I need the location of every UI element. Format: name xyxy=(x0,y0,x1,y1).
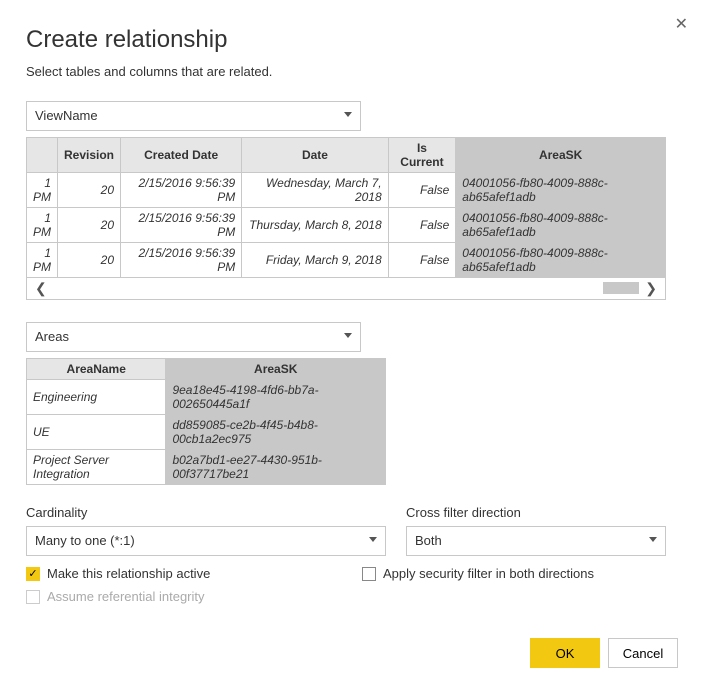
col-created[interactable]: Created Date xyxy=(121,138,242,173)
table-header-row: Revision Created Date Date Is Current Ar… xyxy=(27,138,666,173)
cardinality-dropdown[interactable]: Many to one (*:1) xyxy=(26,526,386,556)
cardinality-value: Many to one (*:1) xyxy=(35,533,135,548)
table2-dropdown[interactable]: Areas xyxy=(26,322,361,352)
active-checkbox[interactable]: ✓ Make this relationship active xyxy=(26,566,342,581)
table-row[interactable]: Project Server Integration b02a7bd1-ee27… xyxy=(27,450,386,485)
crossfilter-value: Both xyxy=(415,533,442,548)
table-row[interactable]: Engineering 9ea18e45-4198-4fd6-bb7a-0026… xyxy=(27,380,386,415)
col-areask2[interactable]: AreaSK xyxy=(166,359,386,380)
chevron-down-icon xyxy=(344,333,352,338)
col-areask[interactable]: AreaSK xyxy=(456,138,666,173)
chevron-down-icon xyxy=(649,537,657,542)
active-label: Make this relationship active xyxy=(47,566,210,581)
table1-scrollbar[interactable]: ❮ ❯ xyxy=(26,278,666,300)
crossfilter-dropdown[interactable]: Both xyxy=(406,526,666,556)
table-row[interactable]: 1 PM 20 2/15/2016 9:56:39 PM Wednesday, … xyxy=(27,173,666,208)
col-iscurrent[interactable]: Is Current xyxy=(388,138,456,173)
close-icon[interactable]: ✕ xyxy=(675,14,688,34)
cardinality-label: Cardinality xyxy=(26,505,386,520)
table2-grid: AreaName AreaSK Engineering 9ea18e45-419… xyxy=(26,358,386,485)
dialog-subtitle: Select tables and columns that are relat… xyxy=(26,64,678,79)
scroll-thumb[interactable] xyxy=(603,282,639,294)
col-areaname[interactable]: AreaName xyxy=(27,359,166,380)
crossfilter-label: Cross filter direction xyxy=(406,505,678,520)
security-checkbox[interactable]: Apply security filter in both directions xyxy=(362,566,678,581)
dialog-title: Create relationship xyxy=(26,26,678,54)
table-row[interactable]: UE dd859085-ce2b-4f45-b4b8-00cb1a2ec975 xyxy=(27,415,386,450)
table1-dropdown-label: ViewName xyxy=(35,108,98,123)
col-date[interactable]: Date xyxy=(242,138,388,173)
scroll-left-icon[interactable]: ❮ xyxy=(35,280,47,297)
table1-grid: Revision Created Date Date Is Current Ar… xyxy=(26,137,666,278)
scroll-right-icon[interactable]: ❯ xyxy=(645,280,657,297)
chevron-down-icon xyxy=(369,537,377,542)
table-row[interactable]: 1 PM 20 2/15/2016 9:56:39 PM Friday, Mar… xyxy=(27,243,666,278)
table-header-row: AreaName AreaSK xyxy=(27,359,386,380)
checkbox-icon: ✓ xyxy=(26,567,40,581)
table1-dropdown[interactable]: ViewName xyxy=(26,101,361,131)
chevron-down-icon xyxy=(344,112,352,117)
integrity-checkbox: Assume referential integrity xyxy=(26,589,342,604)
security-label: Apply security filter in both directions xyxy=(383,566,594,581)
ok-button[interactable]: OK xyxy=(530,638,600,668)
table2-dropdown-label: Areas xyxy=(35,329,69,344)
table-row[interactable]: 1 PM 20 2/15/2016 9:56:39 PM Thursday, M… xyxy=(27,208,666,243)
cancel-button[interactable]: Cancel xyxy=(608,638,678,668)
integrity-label: Assume referential integrity xyxy=(47,589,205,604)
checkbox-icon xyxy=(362,567,376,581)
col-revision[interactable]: Revision xyxy=(58,138,121,173)
checkbox-icon xyxy=(26,590,40,604)
